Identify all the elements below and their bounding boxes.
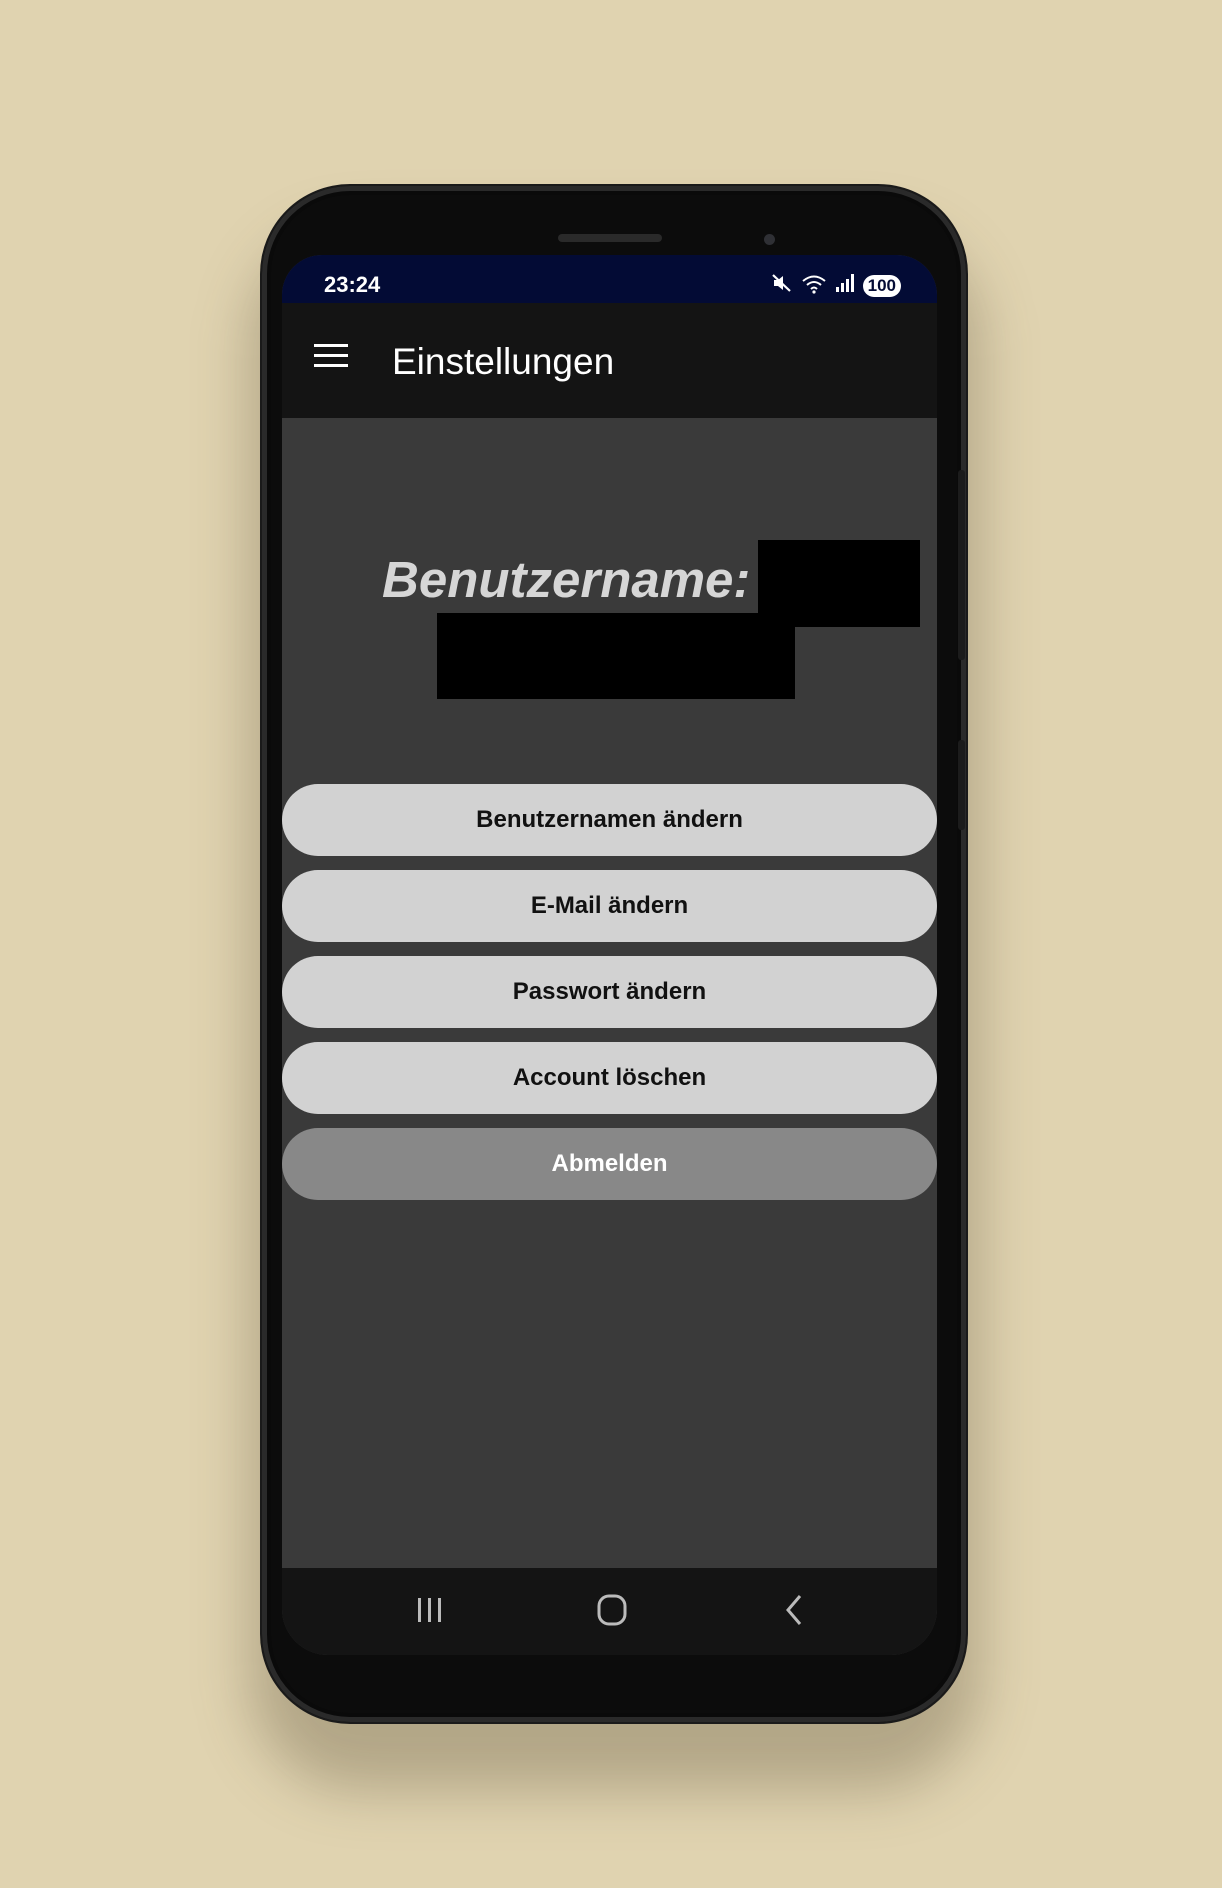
status-bar: 23:24 100 xyxy=(282,255,937,303)
status-icons: 100 xyxy=(771,272,901,299)
app-bar: Einstellungen xyxy=(282,303,937,418)
delete-account-button[interactable]: Account löschen xyxy=(282,1042,937,1114)
phone-side-button xyxy=(958,470,965,660)
page-title: Einstellungen xyxy=(392,341,615,382)
change-password-button[interactable]: Passwort ändern xyxy=(282,956,937,1028)
phone-side-button xyxy=(958,740,965,830)
recents-icon[interactable] xyxy=(400,1588,460,1632)
change-username-button[interactable]: Benutzernamen ändern xyxy=(282,784,937,856)
logout-button[interactable]: Abmelden xyxy=(282,1128,937,1200)
signal-icon xyxy=(835,272,855,299)
mute-icon xyxy=(771,272,793,299)
back-icon[interactable] xyxy=(766,1588,826,1632)
username-label: Benutzername: xyxy=(382,551,751,608)
wifi-icon xyxy=(801,272,827,299)
hamburger-menu-icon[interactable] xyxy=(312,341,352,377)
status-time: 23:24 xyxy=(324,272,381,297)
change-email-button[interactable]: E-Mail ändern xyxy=(282,870,937,942)
phone-screen: 23:24 100 Einstellungen Benutzername: Be… xyxy=(282,255,937,1655)
redacted-username-block xyxy=(437,613,795,699)
navigation-bar xyxy=(282,1568,937,1655)
earpiece-speaker xyxy=(558,234,662,242)
front-camera xyxy=(764,234,775,245)
battery-indicator: 100 xyxy=(862,274,901,297)
settings-content: Benutzername: Benutzernamen ändern E-Mai… xyxy=(282,418,937,1568)
home-icon[interactable] xyxy=(582,1588,642,1632)
